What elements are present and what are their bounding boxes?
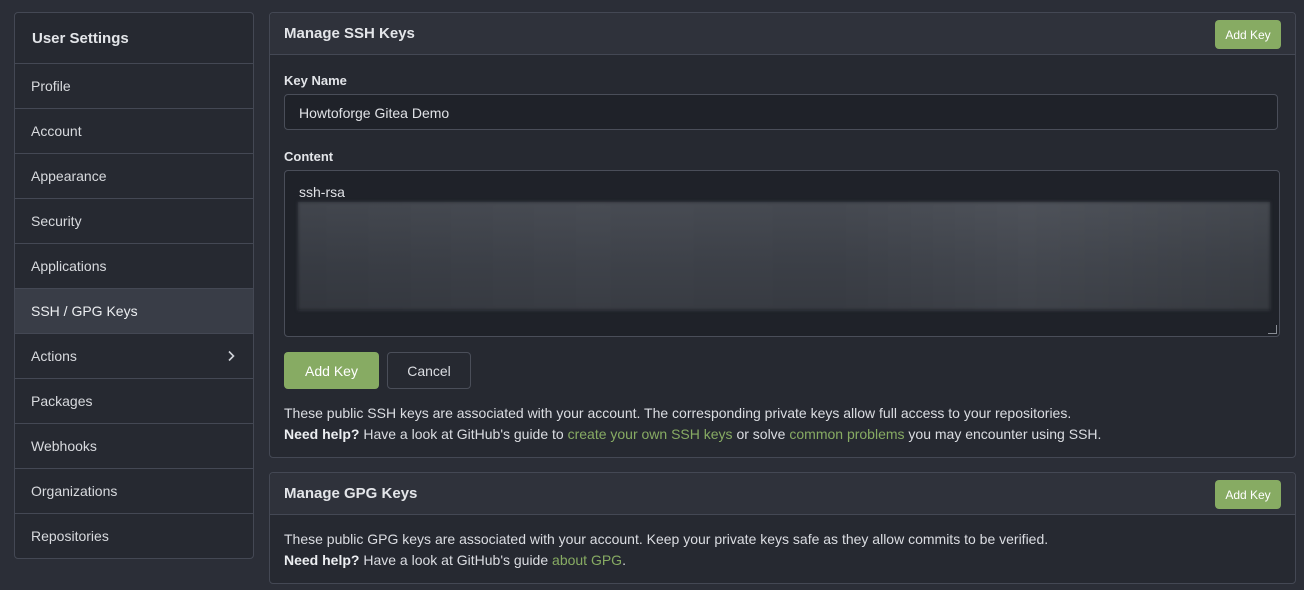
ssh-help-bold: Need help? (284, 426, 360, 442)
sidebar-title: User Settings (15, 13, 253, 64)
sidebar-item-actions[interactable]: Actions (15, 334, 253, 379)
sidebar-item-label: Appearance (31, 168, 107, 184)
sidebar-item-label: Applications (31, 258, 107, 274)
common-problems-link[interactable]: common problems (789, 426, 904, 442)
sidebar-item-repositories[interactable]: Repositories (15, 514, 253, 558)
sidebar-item-label: Packages (31, 393, 93, 409)
gpg-help-bold: Need help? (284, 552, 360, 568)
ssh-header-add-key-button[interactable]: Add Key (1215, 20, 1281, 49)
ssh-help-line: Need help? Have a look at GitHub's guide… (284, 424, 1101, 445)
about-gpg-link[interactable]: about GPG (552, 552, 622, 568)
content-label: Content (284, 149, 334, 164)
gpg-info-text: These public GPG keys are associated wit… (284, 531, 1049, 547)
sidebar-item-account[interactable]: Account (15, 109, 253, 154)
ssh-help-prefix: Have a look at GitHub's guide to (359, 426, 568, 442)
key-name-label: Key Name (284, 73, 347, 88)
key-content-textarea[interactable]: ssh-rsa (284, 170, 1280, 337)
sidebar-item-label: SSH / GPG Keys (31, 303, 138, 319)
sidebar-item-webhooks[interactable]: Webhooks (15, 424, 253, 469)
gpg-help-line: Need help? Have a look at GitHub's guide… (284, 550, 1048, 571)
sidebar-item-appearance[interactable]: Appearance (15, 154, 253, 199)
gpg-header-add-key-button[interactable]: Add Key (1215, 480, 1281, 509)
key-name-input[interactable]: Howtoforge Gitea Demo (284, 94, 1278, 130)
sidebar-item-applications[interactable]: Applications (15, 244, 253, 289)
resize-handle-icon[interactable] (1268, 325, 1277, 334)
gpg-help-prefix: Have a look at GitHub's guide (359, 552, 553, 568)
ssh-keys-header: Manage SSH Keys Add Key (270, 13, 1295, 55)
settings-sidebar: User Settings Profile Account Appearance… (14, 12, 254, 559)
gpg-keys-panel: Manage GPG Keys Add Key These public GPG… (269, 472, 1296, 584)
ssh-keys-panel: Manage SSH Keys Add Key Key Name Howtofo… (269, 12, 1296, 458)
create-ssh-keys-link[interactable]: create your own SSH keys (568, 426, 733, 442)
ssh-help-text: These public SSH keys are associated wit… (284, 403, 1101, 445)
sidebar-item-label: Organizations (31, 483, 118, 499)
sidebar-item-organizations[interactable]: Organizations (15, 469, 253, 514)
key-content-first-line: ssh-rsa (299, 184, 345, 200)
sidebar-item-label: Profile (31, 78, 71, 94)
sidebar-item-label: Webhooks (31, 438, 97, 454)
ssh-info-text: These public SSH keys are associated wit… (284, 405, 1072, 421)
gpg-help-text: These public GPG keys are associated wit… (284, 529, 1048, 571)
ssh-keys-title: Manage SSH Keys (284, 25, 415, 42)
cancel-button[interactable]: Cancel (387, 352, 471, 389)
gpg-keys-title: Manage GPG Keys (284, 485, 418, 502)
gpg-keys-header: Manage GPG Keys Add Key (270, 473, 1295, 515)
sidebar-item-packages[interactable]: Packages (15, 379, 253, 424)
sidebar-item-label: Repositories (31, 528, 109, 544)
ssh-help-middle: or solve (732, 426, 790, 442)
sidebar-item-label: Actions (31, 348, 77, 364)
gpg-help-suffix: . (622, 552, 626, 568)
add-key-button[interactable]: Add Key (284, 352, 379, 389)
sidebar-item-label: Security (31, 213, 82, 229)
sidebar-item-profile[interactable]: Profile (15, 64, 253, 109)
ssh-help-suffix: you may encounter using SSH. (904, 426, 1102, 442)
sidebar-item-label: Account (31, 123, 82, 139)
sidebar-item-ssh-gpg-keys[interactable]: SSH / GPG Keys (15, 289, 253, 334)
redacted-key-shade (298, 202, 1270, 310)
sidebar-item-security[interactable]: Security (15, 199, 253, 244)
chevron-right-icon (223, 348, 239, 364)
